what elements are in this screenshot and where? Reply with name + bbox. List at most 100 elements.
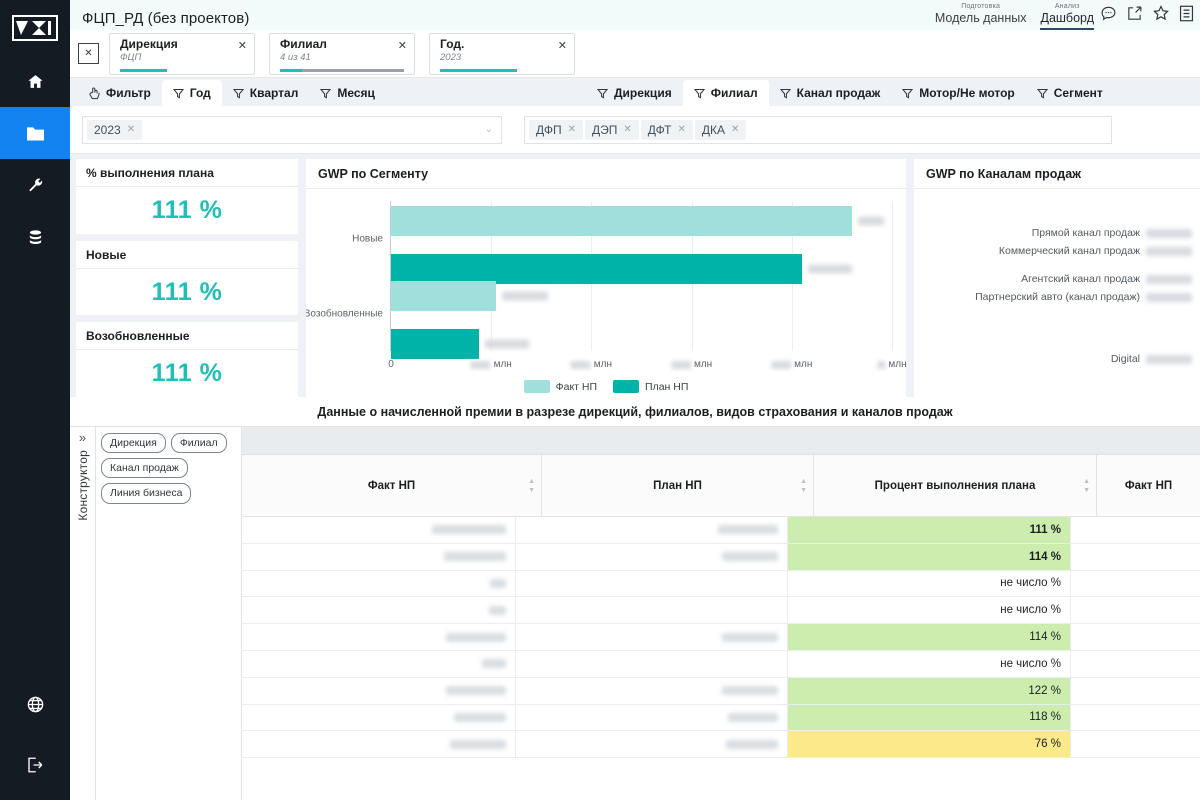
filter-tab-filter[interactable]: Фильтр [78, 80, 162, 106]
filter-tab-label: Квартал [249, 86, 299, 100]
sidebar-item-home[interactable] [0, 55, 70, 107]
filter-tab-sales-channel[interactable]: Канал продаж [769, 80, 892, 106]
table-row[interactable]: −ДФП 114 % [242, 543, 1200, 571]
percent-value: не число % [1000, 657, 1061, 670]
branch-filter-input[interactable]: ДФП ✕ ДЭП ✕ ДФТ ✕ ДКА ✕ [524, 115, 1112, 144]
chevron-right-icon[interactable]: » [79, 431, 86, 444]
dimension-chip-list: Дирекция Филиал Канал продаж Линия бизне… [96, 427, 242, 800]
app-logo[interactable] [0, 0, 70, 55]
home-icon [27, 73, 44, 90]
funnel-icon [1036, 88, 1048, 99]
dimension-chip-sales-channel[interactable]: Канал продаж [101, 458, 188, 479]
table-row[interactable]: +Прямой канал продаж не число % [242, 650, 1200, 678]
sidebar-item-projects[interactable] [0, 107, 70, 159]
kpi-card-new[interactable]: Новые 111 % [76, 240, 298, 316]
tab-dashboard[interactable]: Анализ Дашборд [1040, 3, 1094, 30]
bar-fact-new[interactable] [391, 206, 884, 236]
filter-tab-direction[interactable]: Дирекция [586, 80, 683, 106]
chart-title-channels: GWP по Каналам продаж [914, 159, 1200, 189]
filter-chip[interactable]: ДФТ ✕ [640, 119, 693, 140]
close-icon[interactable]: ✕ [623, 124, 631, 135]
star-icon[interactable] [1152, 4, 1170, 22]
close-icon[interactable]: ✕ [558, 39, 567, 52]
sidebar-item-settings[interactable] [0, 159, 70, 211]
x-tick: млн [470, 359, 512, 370]
selection-card-branch[interactable]: Филиал 4 из 41 ✕ [269, 32, 415, 75]
channel-row-commercial[interactable]: Коммерческий канал продаж [999, 245, 1192, 257]
filter-chip[interactable]: ДФП ✕ [529, 119, 584, 140]
menu-icon[interactable] [1179, 5, 1194, 22]
channel-row-agent[interactable]: Агентский канал продаж [1021, 273, 1192, 285]
channel-value-redacted [1146, 274, 1192, 284]
tab-data-model[interactable]: Подготовка Модель данных [935, 3, 1027, 31]
filter-chip[interactable]: 2023 ✕ [87, 119, 143, 140]
table-row[interactable]: +ДКА 76 % [242, 731, 1200, 759]
column-header-plan[interactable]: План НП ▲ ▼ [542, 455, 814, 516]
sidebar-item-logout[interactable] [0, 730, 70, 800]
legend-item-fact[interactable]: Факт НП [523, 380, 597, 393]
value-redacted [722, 632, 778, 642]
close-icon[interactable]: ✕ [731, 124, 739, 135]
sort-toggle[interactable]: ▲ ▼ [1083, 478, 1090, 494]
column-header-fact[interactable]: Факт НП ▲ ▼ [242, 455, 542, 516]
sort-toggle[interactable]: ▲ ▼ [800, 478, 807, 494]
column-header-percent[interactable]: Процент выполнения плана ▲ ▼ [814, 455, 1097, 516]
table-row[interactable]: −ФЦП 111 % [242, 517, 1200, 544]
close-icon[interactable]: ✕ [238, 39, 247, 52]
dimension-chip-business-line[interactable]: Линия бизнеса [101, 483, 192, 504]
close-icon[interactable]: ✕ [398, 39, 407, 52]
value-redacted [454, 712, 506, 722]
legend-item-plan[interactable]: План НП [613, 380, 688, 393]
sidebar-item-data[interactable] [0, 211, 70, 263]
channels-plot-area[interactable]: Прямой канал продаж Коммерческий канал п… [914, 189, 1200, 397]
constructor-label: Конструктор [75, 450, 90, 521]
year-filter-input[interactable]: 2023 ✕ ⌄ [82, 115, 502, 144]
kpi-title: Возобновленные [76, 322, 298, 351]
close-icon[interactable]: ✕ [568, 124, 576, 135]
filter-tab-label: Дирекция [614, 86, 672, 100]
close-icon[interactable]: ✕ [127, 124, 135, 135]
close-icon[interactable]: ✕ [677, 124, 685, 135]
percent-value: 111 % [1029, 523, 1061, 536]
channel-label: Агентский канал продаж [1021, 273, 1140, 285]
value-redacted [490, 578, 506, 588]
sort-toggle[interactable]: ▲ ▼ [528, 478, 535, 494]
column-header-label: Процент выполнения плана [874, 479, 1036, 492]
filter-tab-month[interactable]: Месяц [309, 80, 386, 106]
column-header-fact-2[interactable]: Факт НП [1097, 455, 1200, 516]
filter-tab-motor[interactable]: Мотор/Не мотор [891, 80, 1026, 106]
segment-bar-chart[interactable]: Новые Возобновленные 0 млн млн млн млн м… [306, 189, 906, 397]
wrench-icon [27, 177, 44, 194]
channel-row-digital[interactable]: Digital [1111, 353, 1192, 365]
table-row[interactable]: +ДФТ 118 % [242, 704, 1200, 732]
dimension-chip-direction[interactable]: Дирекция [101, 433, 166, 454]
channel-row-partner-auto[interactable]: Партнерский авто (канал продаж) [975, 291, 1192, 303]
constructor-sidebar[interactable]: » Конструктор [70, 427, 96, 800]
sidebar-item-language[interactable] [0, 678, 70, 730]
filter-tab-segment[interactable]: Сегмент [1026, 80, 1114, 106]
dimension-chip-branch[interactable]: Филиал [170, 433, 227, 454]
table-row[interactable]: +Коммерческий кана… не число % [242, 597, 1200, 625]
selection-card-direction[interactable]: Дирекция ФЦП ✕ [109, 32, 255, 75]
kpi-card-plan-completion[interactable]: % выполнения плана 111 % [76, 159, 298, 234]
channel-row-direct[interactable]: Прямой канал продаж [1032, 227, 1192, 239]
selection-card-year[interactable]: Год. 2023 ✕ [429, 32, 575, 75]
bar-plan-renewed[interactable] [391, 329, 529, 359]
tab-data-model-label: Модель данных [934, 10, 1027, 25]
chevron-down-icon[interactable]: ⌄ [485, 124, 493, 135]
bar-value-label-redacted [502, 291, 549, 301]
value-redacted [450, 739, 506, 749]
clear-selections-button[interactable]: ✕ [78, 43, 99, 64]
filter-chip[interactable]: ДКА ✕ [694, 119, 747, 140]
table-row[interactable]: +ДЭП 122 % [242, 677, 1200, 705]
filter-tab-branch[interactable]: Филиал [682, 80, 769, 106]
kpi-card-renewed[interactable]: Возобновленные 111 % [76, 322, 298, 397]
filter-tab-year[interactable]: Год [161, 80, 222, 106]
share-icon[interactable] [1126, 5, 1143, 22]
filter-tab-quarter[interactable]: Квартал [222, 80, 310, 106]
comment-icon[interactable] [1100, 5, 1117, 22]
table-row[interactable]: +Партнерский не авт… 114 % [242, 624, 1200, 651]
table-row[interactable]: +Digital не число % [242, 570, 1200, 598]
filter-chip[interactable]: ДЭП ✕ [585, 119, 639, 140]
bar-fact-renewed[interactable] [391, 281, 549, 311]
